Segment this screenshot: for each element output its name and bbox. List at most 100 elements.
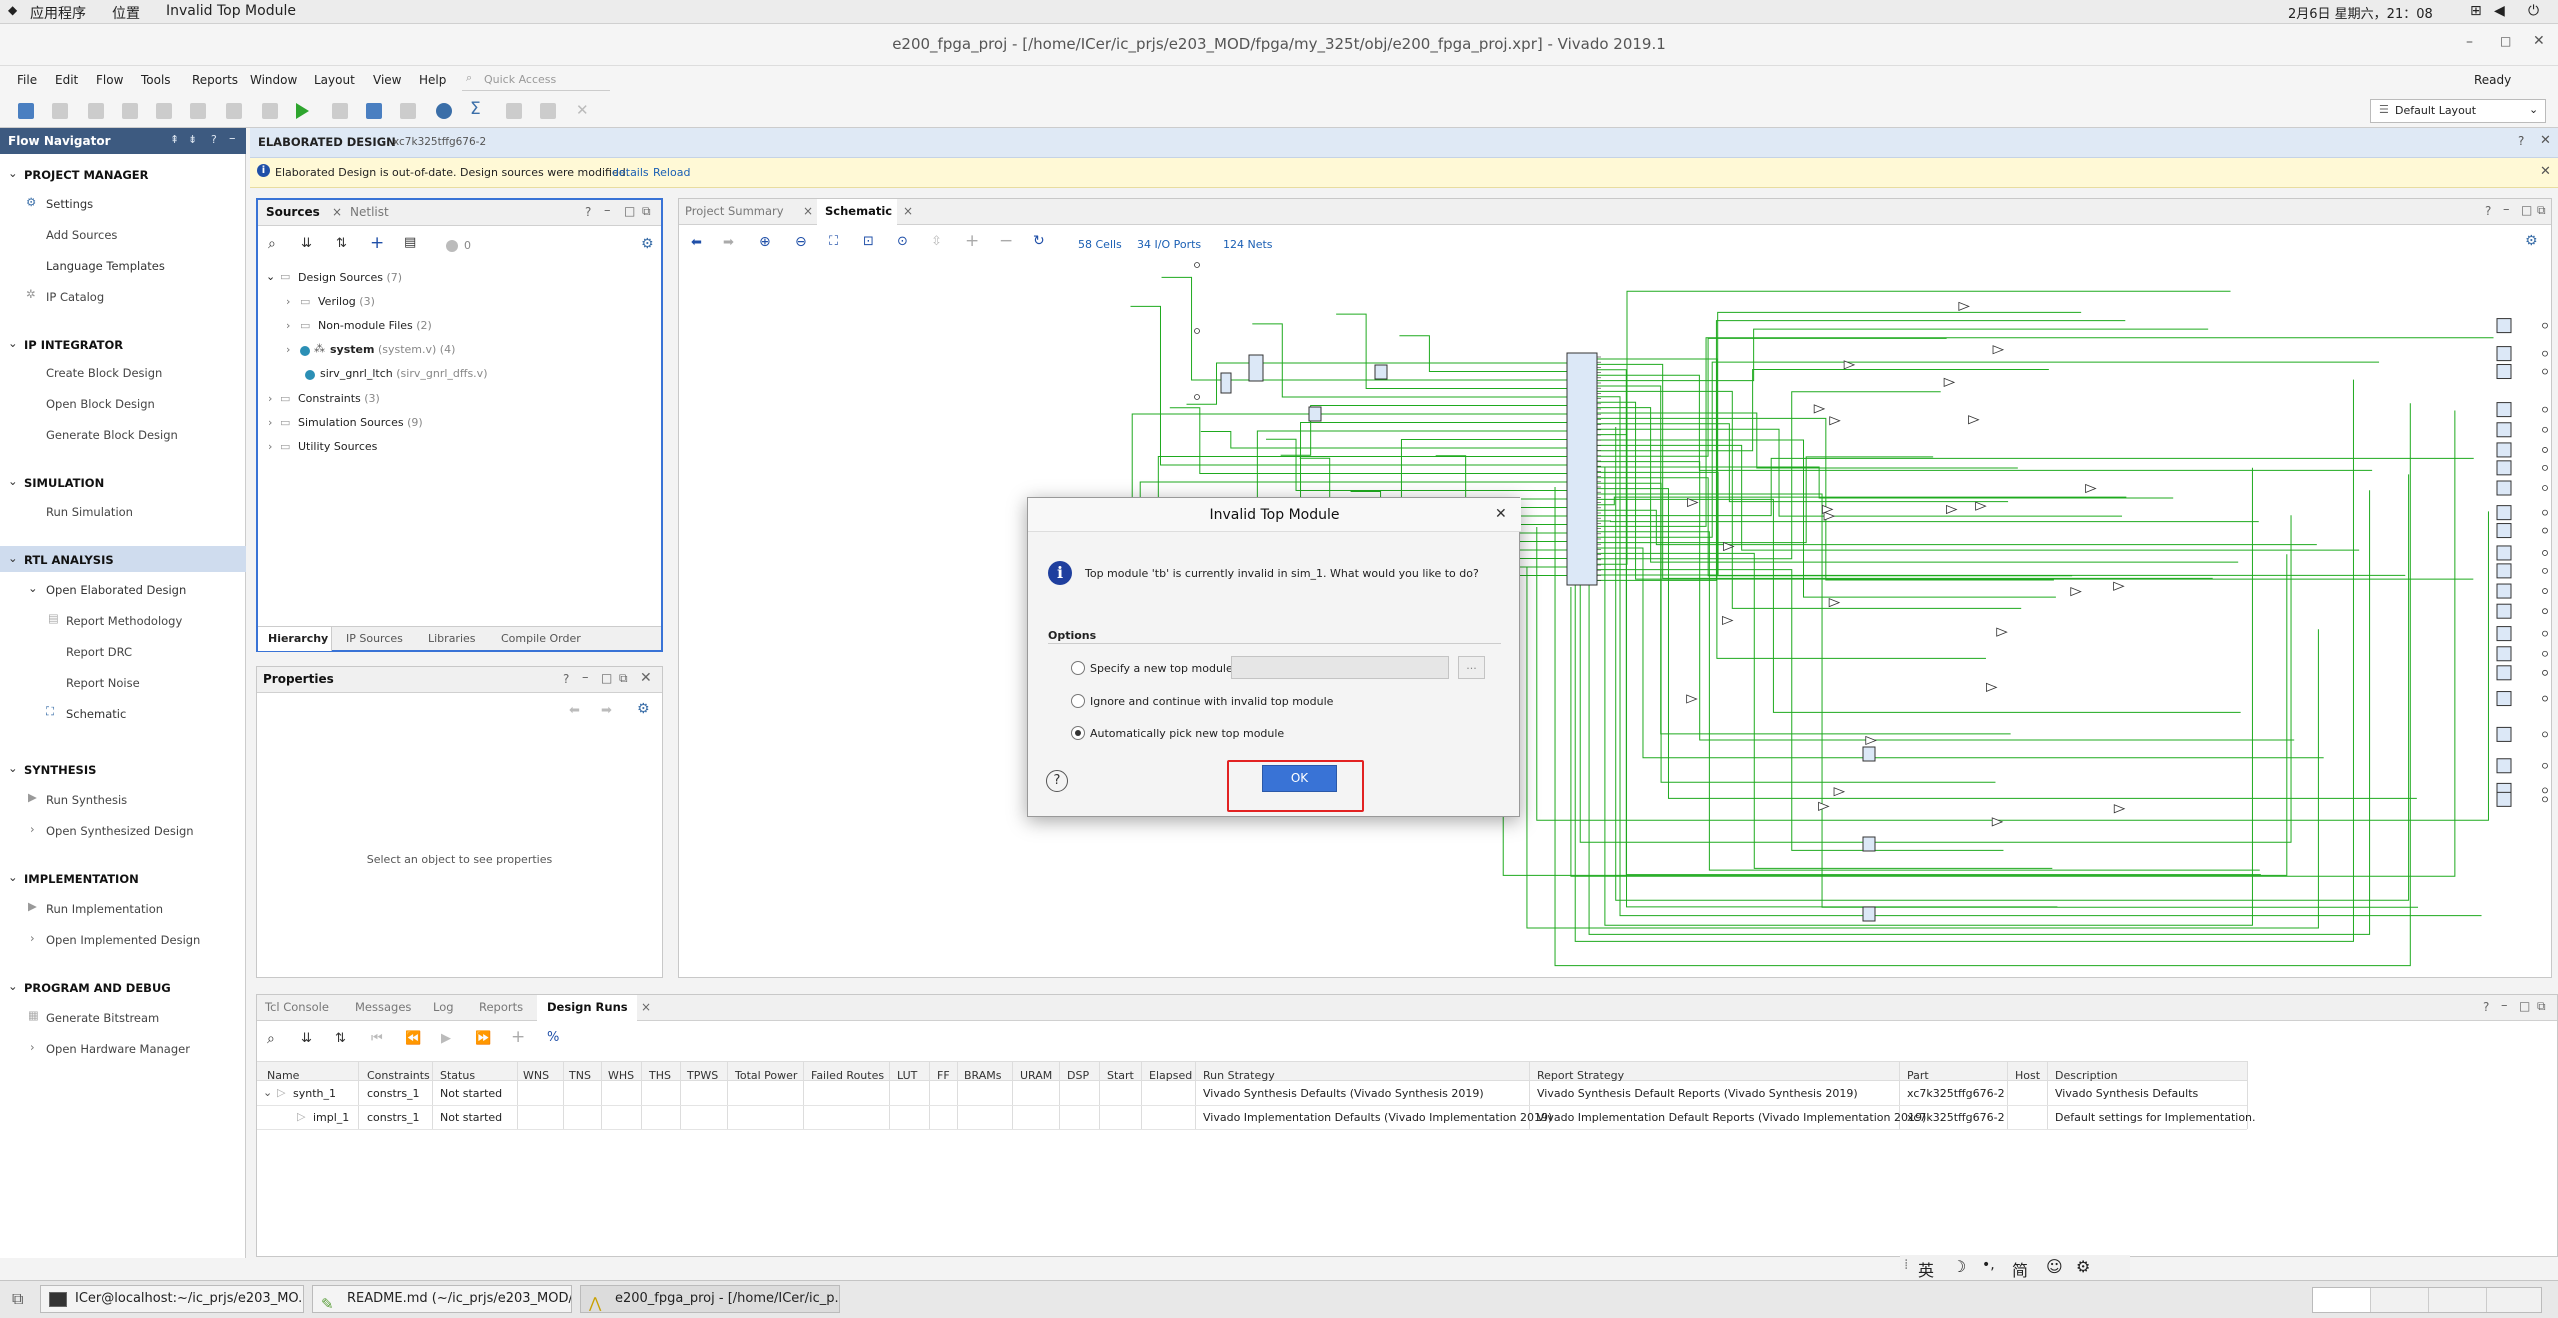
copy-icon[interactable] <box>156 103 172 119</box>
nav-run-synthesis[interactable]: Run Synthesis <box>46 793 127 807</box>
tab-schematic[interactable]: Schematic <box>825 204 892 218</box>
expand-all-icon[interactable]: ⇟ <box>188 133 197 146</box>
top-module-input[interactable] <box>1231 656 1449 679</box>
volume-icon[interactable]: ◀ <box>2494 3 2505 19</box>
nav-project-manager[interactable]: PROJECT MANAGER <box>24 168 149 182</box>
table-row[interactable]: ▷ impl_1 constrs_1 Not started Vivado Im… <box>257 1106 2256 1130</box>
radio-specify-new-top[interactable] <box>1071 661 1085 675</box>
nav-schematic[interactable]: Schematic <box>66 707 126 721</box>
sigma-icon[interactable]: Σ <box>470 99 481 119</box>
nav-rtl-analysis[interactable]: RTL ANALYSIS <box>24 553 114 567</box>
close-icon[interactable]: × <box>641 1000 651 1014</box>
tab-netlist[interactable]: Netlist <box>350 205 389 219</box>
nav-ip-integrator[interactable]: IP INTEGRATOR <box>24 338 123 352</box>
help-icon[interactable]: ? <box>563 672 569 686</box>
chevron-down-icon[interactable]: ⌄ <box>8 870 18 884</box>
search-icon[interactable]: ⌕ <box>267 1031 275 1047</box>
taskbar-terminal[interactable]: ICer@localhost:~/ic_prjs/e203_MO... <box>40 1285 304 1313</box>
option-ignore-label[interactable]: Ignore and continue with invalid top mod… <box>1090 695 1333 708</box>
tab-libraries[interactable]: Libraries <box>428 632 476 645</box>
zoom-out-icon[interactable]: ⊖ <box>795 234 807 250</box>
add-icon[interactable]: + <box>511 1027 525 1047</box>
nav-synthesis[interactable]: SYNTHESIS <box>24 763 96 777</box>
workspace-4[interactable] <box>2487 1288 2543 1312</box>
nav-open-block-design[interactable]: Open Block Design <box>46 397 155 411</box>
chevron-right-icon[interactable]: › <box>268 392 272 405</box>
percent-icon[interactable]: % <box>547 1030 559 1045</box>
gear-icon[interactable]: ⚙ <box>2525 233 2538 249</box>
nav-ip-catalog[interactable]: IP Catalog <box>46 290 104 304</box>
nav-create-block-design[interactable]: Create Block Design <box>46 366 162 380</box>
help-icon[interactable]: ? <box>1046 770 1068 792</box>
prev-icon[interactable]: ⏪ <box>405 1031 421 1046</box>
chevron-right-icon[interactable]: › <box>30 1040 35 1054</box>
tree-simulation-sources[interactable]: Simulation Sources (9) <box>298 416 423 429</box>
col-report-strategy[interactable]: Report Strategy <box>1537 1069 1624 1082</box>
col-tns[interactable]: TNS <box>569 1069 591 1082</box>
nav-open-elaborated-design[interactable]: Open Elaborated Design <box>46 583 186 597</box>
nav-open-implemented-design[interactable]: Open Implemented Design <box>46 933 200 947</box>
tree-verilog[interactable]: Verilog (3) <box>318 295 375 308</box>
col-lut[interactable]: LUT <box>897 1069 917 1082</box>
help-icon[interactable]: ? <box>2518 134 2524 148</box>
col-total-power[interactable]: Total Power <box>735 1069 797 1082</box>
fit-icon[interactable] <box>506 103 522 119</box>
tree-design-sources[interactable]: Design Sources (7) <box>298 271 402 284</box>
tab-compile-order[interactable]: Compile Order <box>501 632 581 645</box>
chevron-down-icon[interactable]: ⌄ <box>8 166 18 180</box>
cells-link[interactable]: 58 Cells <box>1078 238 1122 251</box>
menu-edit[interactable]: Edit <box>55 73 78 87</box>
table-row[interactable]: ⌄ ▷ synth_1 constrs_1 Not started Vivado… <box>257 1082 2247 1106</box>
punctuation-icon[interactable]: •, <box>1982 1257 1995 1273</box>
chevron-right-icon[interactable]: › <box>30 822 35 836</box>
ports-link[interactable]: 34 I/O Ports <box>1137 238 1201 251</box>
tab-sources[interactable]: Sources <box>266 205 320 219</box>
minimize-icon[interactable]: – <box>2501 998 2508 1013</box>
close-icon[interactable]: ✕ <box>2533 33 2545 49</box>
play-icon[interactable]: ▶ <box>441 1031 451 1046</box>
step-icon[interactable] <box>332 103 348 119</box>
places-menu[interactable]: 位置 <box>112 3 140 23</box>
close-icon[interactable]: × <box>803 204 813 218</box>
menu-reports[interactable]: Reports <box>192 73 238 87</box>
forward-icon[interactable]: ➡ <box>601 703 612 718</box>
clock[interactable]: 2月6日 星期六，21：08 <box>2288 3 2433 22</box>
select-icon[interactable]: ⊙ <box>897 234 908 249</box>
delete-icon[interactable] <box>226 103 242 119</box>
col-description[interactable]: Description <box>2055 1069 2118 1082</box>
help-icon[interactable]: ? <box>2485 204 2491 218</box>
minimize-icon[interactable]: – <box>582 670 589 685</box>
option-auto-pick-label[interactable]: Automatically pick new top module <box>1090 727 1284 740</box>
paste-icon[interactable] <box>190 103 206 119</box>
ime-mode[interactable]: 英 <box>1918 1257 1934 1281</box>
add-icon[interactable]: + <box>965 231 979 251</box>
gear-icon[interactable]: ⚙ <box>637 701 650 717</box>
nav-implementation[interactable]: IMPLEMENTATION <box>24 872 139 886</box>
nav-generate-block-design[interactable]: Generate Block Design <box>46 428 178 442</box>
program-icon[interactable] <box>366 103 382 119</box>
col-part[interactable]: Part <box>1907 1069 1929 1082</box>
menu-view[interactable]: View <box>373 73 401 87</box>
workspace-1[interactable] <box>2313 1288 2371 1312</box>
restore-icon[interactable]: □ <box>2519 999 2530 1013</box>
close-icon[interactable]: ✕ <box>1495 506 1507 522</box>
minimize-panel-icon[interactable]: – <box>229 131 236 146</box>
properties-icon[interactable]: ▤ <box>404 235 416 250</box>
nav-add-sources[interactable]: Add Sources <box>46 228 117 242</box>
col-whs[interactable]: WHS <box>608 1069 634 1082</box>
chevron-right-icon[interactable]: › <box>286 295 290 308</box>
erase-icon[interactable] <box>400 103 416 119</box>
chevron-down-icon[interactable]: ⌄ <box>8 551 18 565</box>
quick-access-field[interactable]: ⌕ Quick Access <box>462 69 610 91</box>
workspace-2[interactable] <box>2371 1288 2429 1312</box>
col-ths[interactable]: THS <box>649 1069 671 1082</box>
tab-hierarchy[interactable]: Hierarchy <box>268 632 328 645</box>
chevron-down-icon[interactable]: ⌄ <box>8 761 18 775</box>
tab-ip-sources[interactable]: IP Sources <box>346 632 403 645</box>
nav-report-methodology[interactable]: Report Methodology <box>66 614 182 628</box>
maximize-icon[interactable]: □ <box>2500 34 2511 48</box>
chevron-down-icon[interactable]: ⌄ <box>263 1086 272 1099</box>
save-icon[interactable] <box>52 103 68 119</box>
ime-charset[interactable]: 简 <box>2012 1257 2028 1281</box>
close-icon[interactable]: ✕ <box>2540 133 2551 148</box>
